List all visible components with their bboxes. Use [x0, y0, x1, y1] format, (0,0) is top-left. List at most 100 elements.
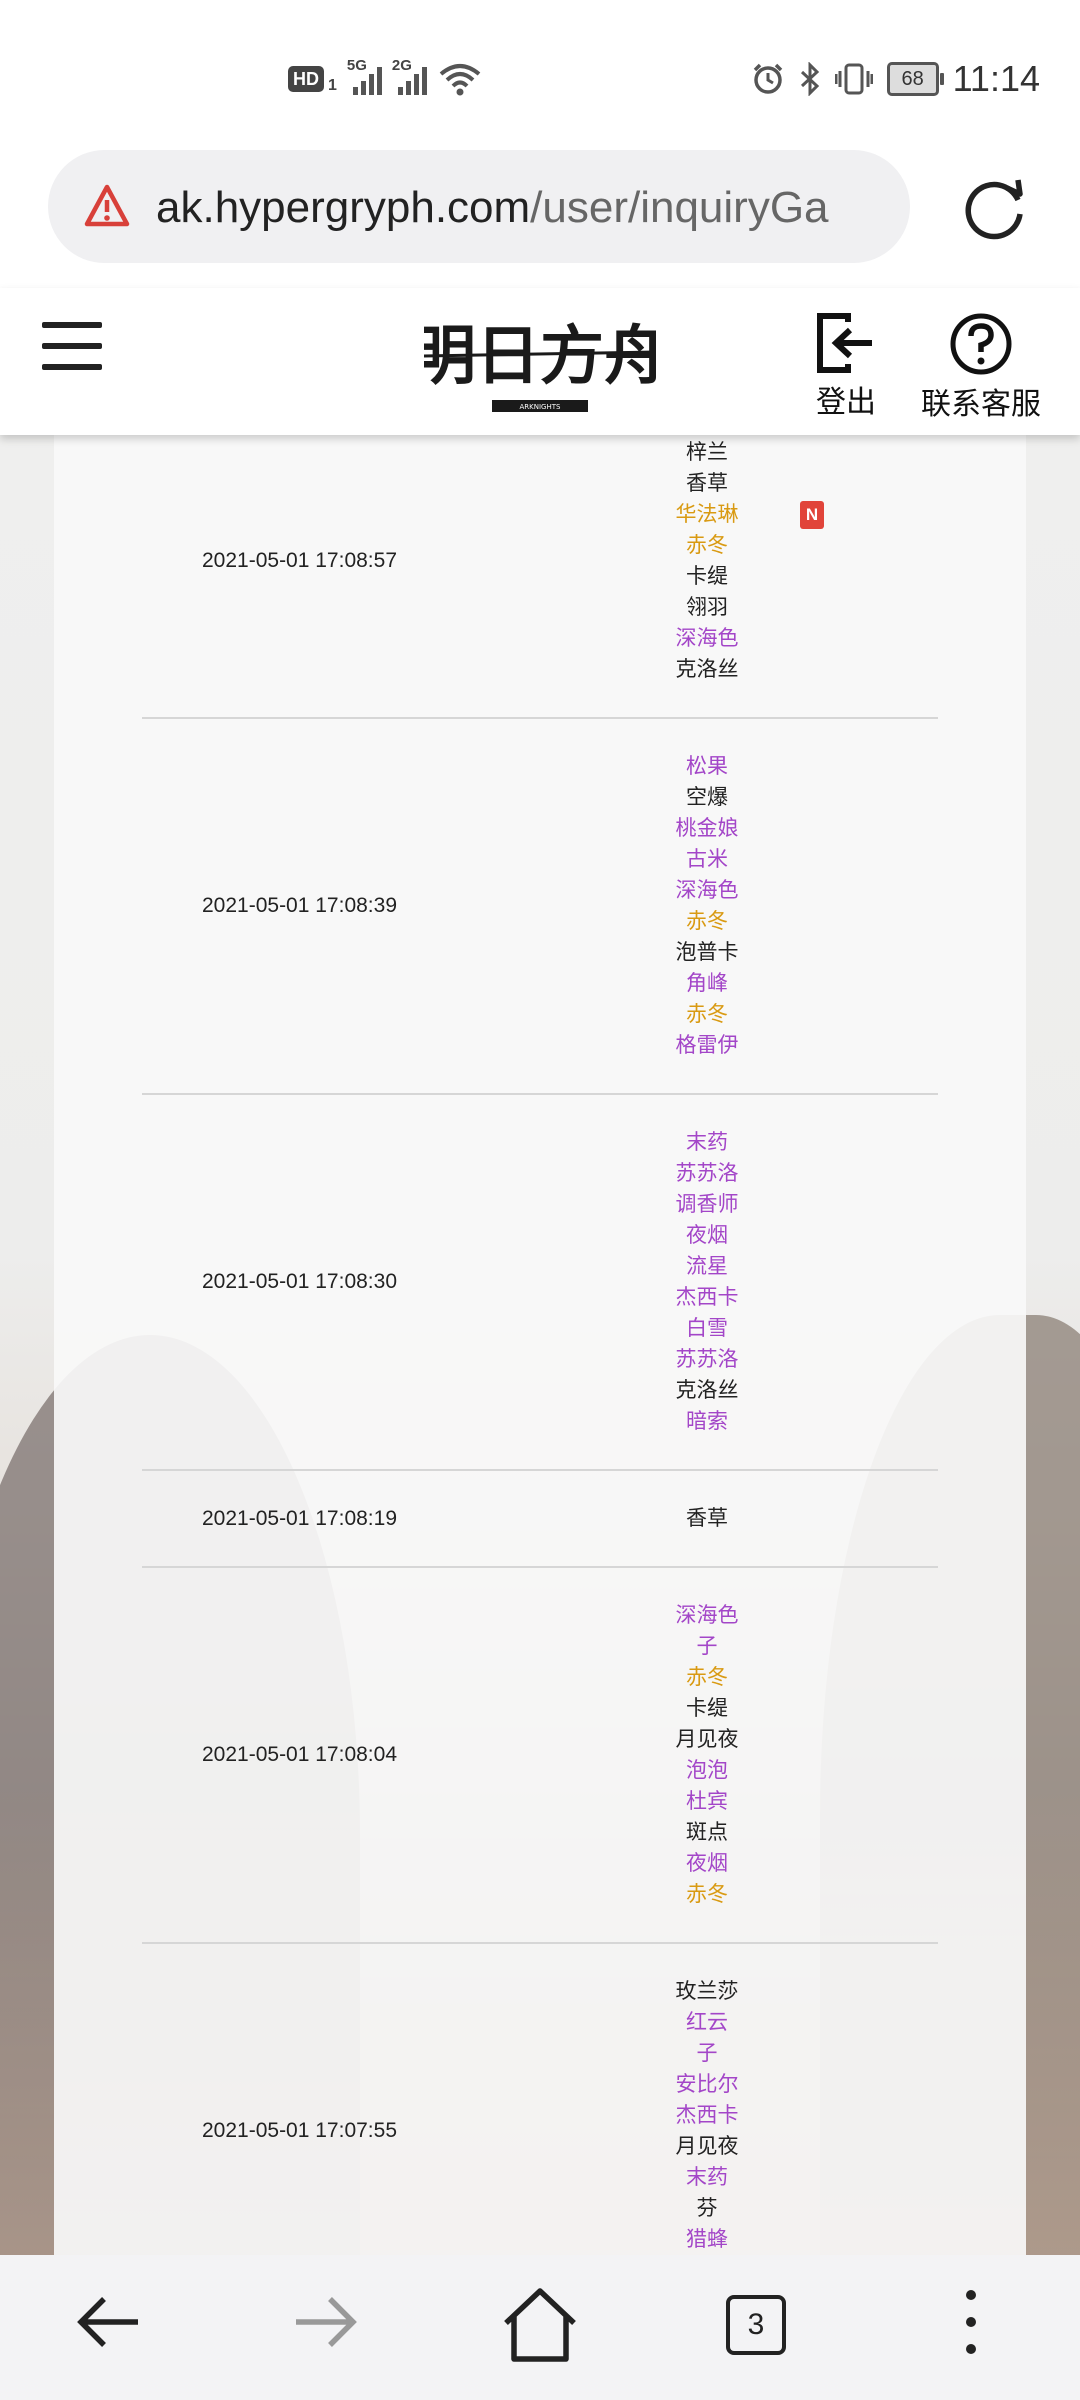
character-name: 苏苏洛	[675, 1162, 739, 1185]
character-name: 格雷伊	[675, 1034, 739, 1057]
character-name: 夜烟	[686, 1224, 728, 1247]
bluetooth-icon	[800, 62, 819, 96]
character-name: 调香师	[675, 1193, 739, 1216]
character-name: 猎蜂	[686, 2228, 728, 2251]
network-type-label: 5G	[346, 57, 367, 74]
tab-count: 3	[726, 2295, 786, 2355]
clock: 11:14	[952, 58, 1040, 99]
logo-subtitle: ARKNIGHTS	[520, 403, 562, 411]
logo-wordmark: 明日方舟	[424, 319, 656, 394]
character-name: 子	[696, 1635, 718, 1658]
character-name: 翎羽	[686, 596, 728, 619]
arrow-left-icon	[77, 2297, 138, 2347]
url-path: /user/inquiryGa	[530, 183, 829, 232]
character-name: 深海色	[675, 627, 739, 650]
logout-icon	[817, 313, 872, 373]
record-characters: 玫兰莎红云子安比尔杰西卡月见夜末药芬猎蜂泡泡	[676, 1944, 912, 2255]
record-characters: 梓兰香草华法琳 N 赤冬卡缇翎羽深海色克洛丝	[676, 435, 912, 685]
record-time: 2021-05-01 17:08:57	[202, 549, 397, 572]
forward-button[interactable]	[288, 2285, 362, 2364]
character-name: 流星	[686, 1255, 728, 1278]
arknights-logo[interactable]: 明日方舟 ARKNIGHTS	[424, 308, 656, 420]
url-text[interactable]: ak.hypergryph.com/user/inquiryGa	[156, 178, 886, 238]
alarm-icon	[753, 63, 782, 94]
record-time: 2021-05-01 17:07:55	[202, 2119, 397, 2142]
character-name: 红云	[686, 2011, 728, 2034]
character-name: 暗索	[686, 1410, 728, 1433]
record-characters: 深海色子赤冬 卡缇 月见夜 泡泡 杜宾 斑点 夜烟 赤冬	[676, 1568, 912, 1910]
home-button[interactable]	[500, 2285, 580, 2370]
signal-2g-icon: 2G	[392, 57, 427, 95]
character-name: 角峰	[686, 972, 728, 995]
tabs-button[interactable]: 3	[726, 2295, 786, 2355]
record-characters: 末药 苏苏洛 调香师 夜烟 流星 杰西卡 白雪 苏苏洛 克洛丝 暗索	[676, 1095, 912, 1437]
character-name: 赤冬	[686, 1003, 728, 1026]
record-time: 2021-05-01 17:08:19	[202, 1506, 397, 1530]
wifi-icon	[439, 64, 481, 96]
url-host: ak.hypergryph.com	[156, 183, 531, 232]
character-name: 赤冬	[686, 1666, 728, 1689]
character-name: 白雪	[686, 1317, 728, 1340]
reload-icon[interactable]	[960, 172, 1032, 244]
record-characters: 松果 空爆 桃金娘 古米 深海色 赤冬 泡普卡 角峰 赤冬 格雷伊	[676, 719, 912, 1061]
character-name: 安比尔	[675, 2073, 739, 2096]
battery-indicator: 68	[886, 62, 944, 96]
record-row: 2021-05-01 17:08:19 香草	[142, 1471, 938, 1568]
character-name: 泡普卡	[675, 941, 739, 964]
character-name: 赤冬	[686, 534, 728, 557]
back-button[interactable]	[72, 2285, 146, 2364]
record-row: 2021-05-01 17:08:39 松果 空爆 桃金娘 古米 深海色 赤冬 泡普卡 角峰 赤冬…	[142, 719, 938, 1095]
character-name: 末药	[686, 2166, 728, 2189]
character-name: 华法琳	[675, 503, 739, 526]
character-name: 芬	[696, 2197, 718, 2220]
network-type-label: 2G	[391, 57, 412, 74]
character-name: 杰西卡	[675, 1286, 739, 1309]
character-name: 深海色	[675, 1604, 739, 1627]
character-name: 克洛丝	[675, 658, 739, 681]
character-name: 月见夜	[675, 1728, 739, 1751]
record-time: 2021-05-01 17:08:39	[202, 894, 397, 917]
logout-button[interactable]: 登出	[808, 312, 884, 421]
more-options-button[interactable]	[956, 2285, 986, 2364]
character-name: 桃金娘	[675, 817, 739, 840]
record-characters: 香草	[686, 1471, 912, 1534]
record-row: 2021-05-01 17:08:04 深海色子赤冬 卡缇 月见夜 泡泡 杜宾 斑点 夜烟 赤冬	[142, 1568, 938, 1944]
warning-icon[interactable]	[84, 183, 130, 229]
record-row: 2021-05-01 17:08:30 末药 苏苏洛 调香师 夜烟 流星 杰西卡 白雪 苏苏洛克…	[142, 1095, 938, 1471]
character-name: 苏苏洛	[675, 1348, 739, 1371]
character-name: 香草	[686, 1507, 728, 1530]
character-name: 杜宾	[686, 1790, 728, 1813]
record-time: 2021-05-01 17:08:30	[202, 1270, 397, 1293]
hd-sim-number: 1	[328, 77, 337, 94]
character-name: 泡泡	[686, 1759, 728, 1782]
record-row: 2021-05-01 17:07:55玫兰莎红云子安比尔杰西卡月见夜末药芬猎蜂泡…	[142, 1944, 938, 2255]
character-name: 末药	[686, 1131, 728, 1154]
browser-bottom-nav: 3	[0, 2255, 1080, 2400]
character-name: 卡缇	[686, 565, 728, 588]
menu-button[interactable]	[42, 322, 102, 370]
character-name: 梓兰	[686, 441, 728, 464]
site-header: 明日方舟 ARKNIGHTS 登出 联系客服	[0, 288, 1080, 435]
character-name: 月见夜	[675, 2135, 739, 2158]
help-icon	[950, 313, 1012, 375]
records-table: 2021-05-01 17:08:57 梓兰 香草 华法琳 N 赤冬 卡缇 翎羽 深海色 克洛丝 2…	[142, 435, 938, 2255]
system-indicators: 68 11:14	[751, 55, 1040, 103]
character-name: 赤冬	[686, 1883, 728, 1906]
signal-5g-icon: 5G	[347, 57, 382, 95]
character-name: 空爆	[686, 786, 728, 809]
character-name: 夜烟	[686, 1852, 728, 1875]
character-name: 斑点	[686, 1821, 728, 1844]
character-name: 克洛丝	[675, 1379, 739, 1402]
character-name: 赤冬	[686, 910, 728, 933]
character-name: 香草	[686, 472, 728, 495]
home-icon	[504, 2288, 576, 2362]
network-indicators: HD 1 5G 2G	[288, 55, 481, 103]
character-name: 玫兰莎	[675, 1980, 739, 2003]
logout-label: 登出	[816, 386, 876, 419]
hd-voice-icon: HD	[288, 66, 324, 92]
new-badge: N	[800, 501, 824, 529]
gacha-records-panel: 2021-05-01 17:08:57 梓兰 香草 华法琳 N 赤冬 卡缇 翎羽 深海色 克洛丝 2…	[54, 435, 1026, 2255]
record-time: 2021-05-01 17:08:04	[202, 1743, 397, 1766]
address-bar[interactable]: ak.hypergryph.com/user/inquiryGa	[48, 150, 910, 263]
customer-service-button[interactable]: 联系客服	[916, 312, 1046, 423]
